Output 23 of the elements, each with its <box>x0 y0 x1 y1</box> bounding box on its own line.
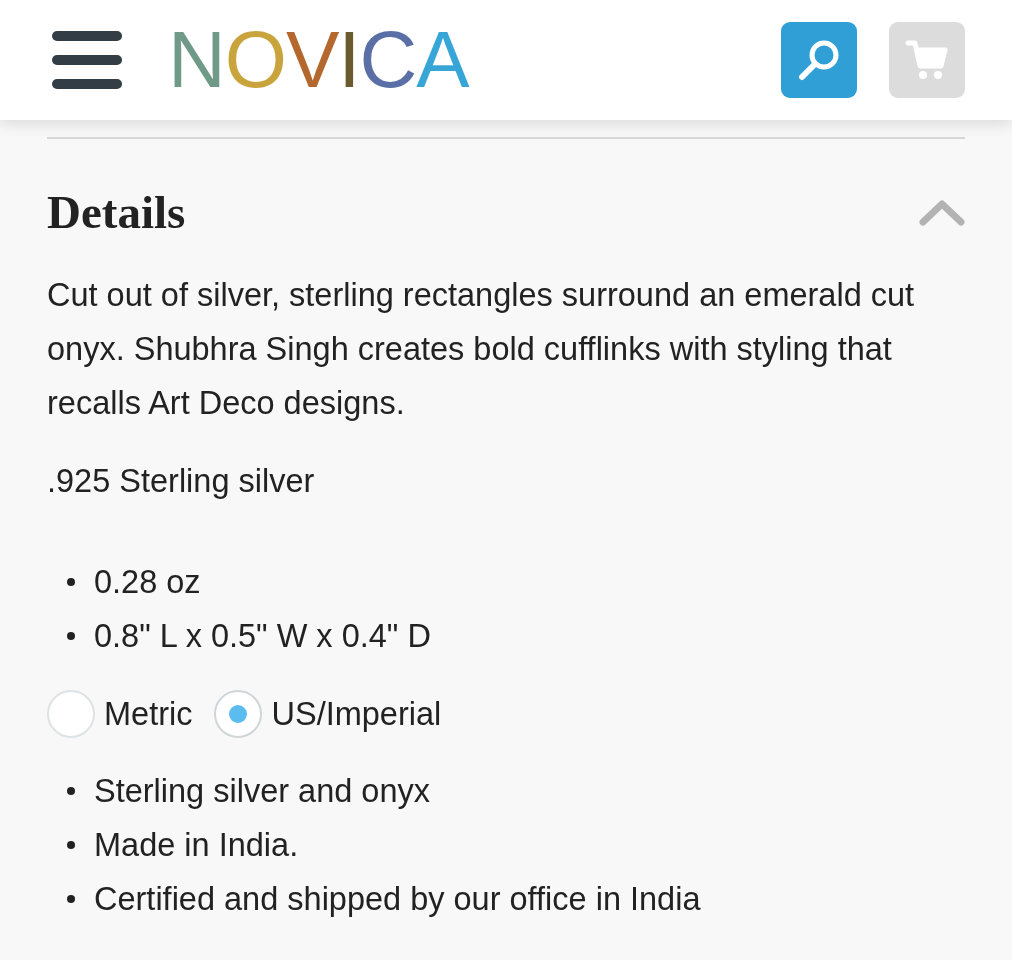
description-text: Cut out of silver, sterling rectangles surround an emerald cut onyx. Shubhra Singh creates bold cufflinks with styling that recalls Art Deco designs. <box>47 276 916 423</box>
collapse-chevron-icon[interactable] <box>919 198 965 226</box>
measurement-text: 0.8" L x 0.5" W x 0.4" D <box>94 617 431 656</box>
feature-text: Made in India. <box>94 826 299 865</box>
bullet-icon <box>67 895 75 903</box>
bullet-icon <box>67 841 75 849</box>
measurement-text: 0.28 oz <box>94 563 201 602</box>
material-text: .925 Sterling silver <box>47 462 316 501</box>
bullet-icon <box>67 578 75 586</box>
unit-label[interactable]: US/Imperial <box>271 690 442 738</box>
unit-label[interactable]: Metric <box>104 690 193 738</box>
cart-button[interactable] <box>889 22 965 98</box>
feature-text: Sterling silver and onyx <box>94 772 430 811</box>
section-title: Details <box>47 185 186 240</box>
feature-text: Certified and shipped by our office in India <box>94 880 701 919</box>
radio-button[interactable] <box>214 690 263 738</box>
search-icon <box>797 38 841 82</box>
bullet-icon <box>67 632 75 640</box>
menu-icon[interactable] <box>52 31 122 89</box>
search-button[interactable] <box>781 22 857 98</box>
radio-button[interactable] <box>47 690 95 738</box>
cart-icon <box>905 38 949 82</box>
bullet-icon <box>67 787 75 795</box>
